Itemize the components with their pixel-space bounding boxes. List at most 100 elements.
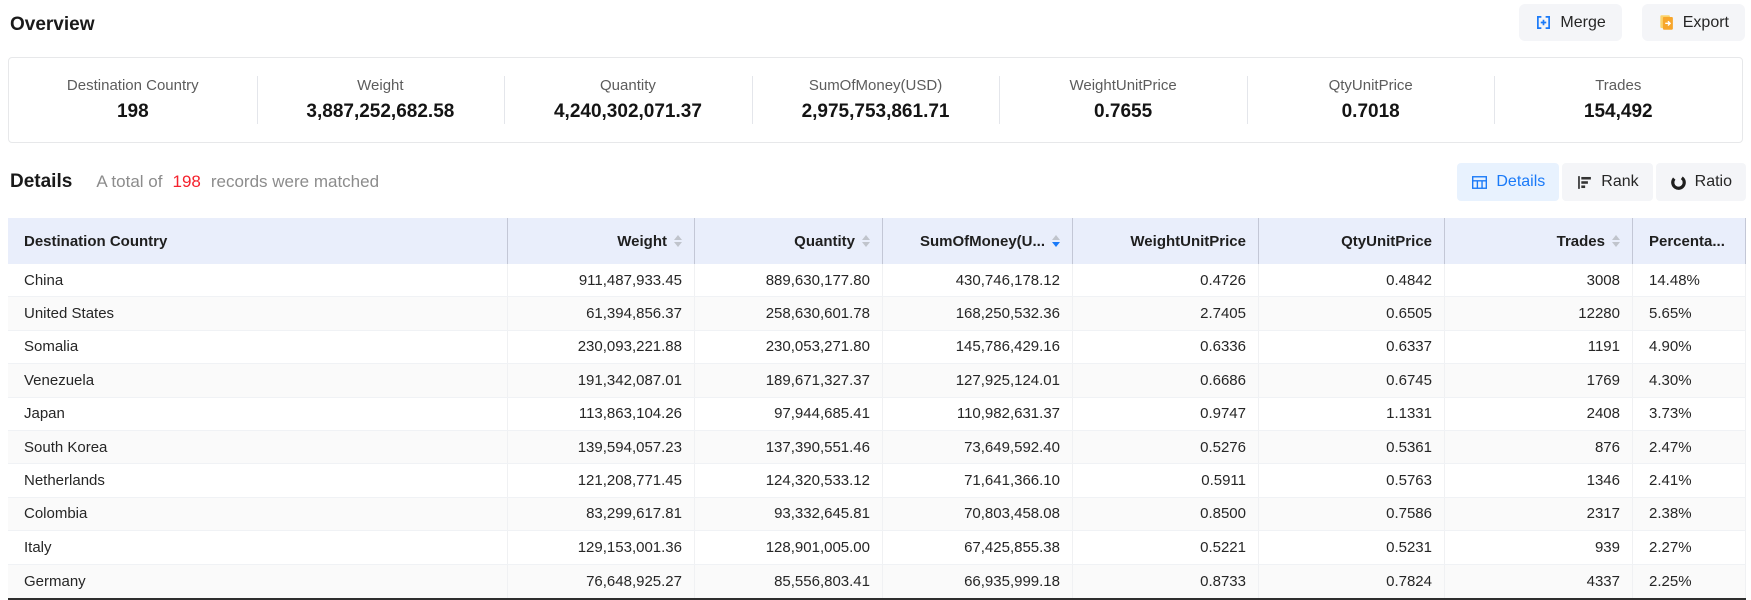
cell-trades: 1191 (1444, 331, 1632, 363)
cell-percentage: 2.25% (1632, 565, 1746, 598)
cell-sumofmoney: 168,250,532.36 (882, 297, 1072, 329)
view-tabs: Details Rank Ratio (1457, 163, 1746, 201)
cell-qtyunitprice: 0.6337 (1258, 331, 1444, 363)
cell-quantity: 258,630,601.78 (694, 297, 882, 329)
stat-card: Trades 154,492 (1494, 58, 1742, 142)
cell-trades: 3008 (1444, 264, 1632, 296)
table-row: Colombia83,299,617.8193,332,645.8170,803… (8, 498, 1746, 531)
cell-quantity: 889,630,177.80 (694, 264, 882, 296)
merge-button[interactable]: Merge (1519, 4, 1621, 41)
cell-percentage: 2.38% (1632, 498, 1746, 530)
cell-destination-country: China (8, 264, 507, 296)
cell-weightunitprice: 0.8733 (1072, 565, 1258, 598)
header-cell-weight[interactable]: Weight (507, 218, 694, 264)
sort-asc-caret[interactable] (1052, 235, 1060, 240)
stat-value: 0.7655 (1094, 101, 1152, 123)
stat-card: Destination Country198 (9, 58, 257, 142)
table-row: China911,487,933.45889,630,177.80430,746… (8, 264, 1746, 297)
ratio-icon (1670, 174, 1687, 191)
table-row: Germany76,648,925.2785,556,803.4166,935,… (8, 565, 1746, 598)
cell-percentage: 2.47% (1632, 431, 1746, 463)
details-bar: Details A total of198records were matche… (10, 162, 1746, 202)
header-cell-trades[interactable]: Trades (1444, 218, 1632, 264)
cell-quantity: 97,944,685.41 (694, 398, 882, 430)
sort-asc-caret[interactable] (674, 235, 682, 240)
cell-trades: 2317 (1444, 498, 1632, 530)
page-title: Overview (10, 14, 95, 36)
cell-destination-country: Venezuela (8, 364, 507, 396)
sort-desc-caret[interactable] (862, 242, 870, 247)
cell-weight: 191,342,087.01 (507, 364, 694, 396)
details-table: Destination Country Weight Quantity SumOfMo… (8, 218, 1746, 598)
sort-icon[interactable] (1052, 235, 1060, 247)
cell-weight: 113,863,104.26 (507, 398, 694, 430)
header-cell-quantity[interactable]: Quantity (694, 218, 882, 264)
table-row: Somalia230,093,221.88230,053,271.80145,7… (8, 331, 1746, 364)
sort-asc-caret[interactable] (862, 235, 870, 240)
tab-details[interactable]: Details (1457, 163, 1559, 201)
cell-trades: 12280 (1444, 297, 1632, 329)
stat-value: 0.7018 (1342, 101, 1400, 123)
cell-sumofmoney: 67,425,855.38 (882, 531, 1072, 563)
header-cell-sumofmoney[interactable]: SumOfMoney(U... (882, 218, 1072, 264)
cell-weight: 230,093,221.88 (507, 331, 694, 363)
stat-label: Trades (1595, 77, 1641, 94)
sort-icon[interactable] (674, 235, 682, 247)
cell-weightunitprice: 0.4726 (1072, 264, 1258, 296)
cell-qtyunitprice: 0.5361 (1258, 431, 1444, 463)
header-label: Destination Country (24, 233, 167, 250)
cell-trades: 1346 (1444, 464, 1632, 496)
cell-sumofmoney: 71,641,366.10 (882, 464, 1072, 496)
cell-destination-country: Italy (8, 531, 507, 563)
sort-desc-caret[interactable] (1612, 242, 1620, 247)
cell-destination-country: United States (8, 297, 507, 329)
cell-percentage: 4.90% (1632, 331, 1746, 363)
cell-weight: 139,594,057.23 (507, 431, 694, 463)
sort-desc-caret[interactable] (674, 242, 682, 247)
stat-value: 3,887,252,682.58 (306, 101, 454, 123)
cell-sumofmoney: 430,746,178.12 (882, 264, 1072, 296)
cell-qtyunitprice: 0.6505 (1258, 297, 1444, 329)
cell-qtyunitprice: 0.6745 (1258, 364, 1444, 396)
sort-asc-caret[interactable] (1612, 235, 1620, 240)
sort-desc-caret[interactable] (1052, 242, 1060, 247)
stat-value: 154,492 (1584, 101, 1653, 123)
cell-qtyunitprice: 0.4842 (1258, 264, 1444, 296)
details-title: Details (10, 171, 72, 193)
stat-label: SumOfMoney(USD) (809, 77, 942, 94)
table-row: Venezuela191,342,087.01189,671,327.37127… (8, 364, 1746, 397)
stat-value: 198 (117, 101, 149, 123)
tab-ratio[interactable]: Ratio (1656, 163, 1746, 201)
cell-quantity: 85,556,803.41 (694, 565, 882, 598)
stat-label: Weight (357, 77, 403, 94)
cell-quantity: 93,332,645.81 (694, 498, 882, 530)
stat-value: 2,975,753,861.71 (802, 101, 950, 123)
cell-quantity: 189,671,327.37 (694, 364, 882, 396)
sort-icon[interactable] (862, 235, 870, 247)
stat-card: WeightUnitPrice0.7655 (999, 58, 1247, 142)
cell-percentage: 3.73% (1632, 398, 1746, 430)
header-cell-weightunitprice: WeightUnitPrice (1072, 218, 1258, 264)
header-cell-percentage: Percenta... (1632, 218, 1746, 264)
cell-sumofmoney: 73,649,592.40 (882, 431, 1072, 463)
tab-rank[interactable]: Rank (1562, 163, 1652, 201)
cell-trades: 876 (1444, 431, 1632, 463)
cell-quantity: 137,390,551.46 (694, 431, 882, 463)
sort-icon[interactable] (1612, 235, 1620, 247)
cell-sumofmoney: 127,925,124.01 (882, 364, 1072, 396)
cell-trades: 1769 (1444, 364, 1632, 396)
cell-percentage: 4.30% (1632, 364, 1746, 396)
cell-destination-country: Netherlands (8, 464, 507, 496)
merge-button-label: Merge (1560, 14, 1605, 32)
tab-label: Details (1496, 173, 1545, 191)
cell-weight: 61,394,856.37 (507, 297, 694, 329)
export-button[interactable]: Export (1642, 4, 1745, 41)
header-label: Quantity (794, 233, 855, 250)
table-icon (1471, 174, 1488, 191)
cell-weightunitprice: 0.5911 (1072, 464, 1258, 496)
cell-sumofmoney: 145,786,429.16 (882, 331, 1072, 363)
cell-destination-country: Somalia (8, 331, 507, 363)
cell-weightunitprice: 0.5276 (1072, 431, 1258, 463)
rank-icon (1576, 174, 1593, 191)
tab-label: Ratio (1695, 173, 1732, 191)
